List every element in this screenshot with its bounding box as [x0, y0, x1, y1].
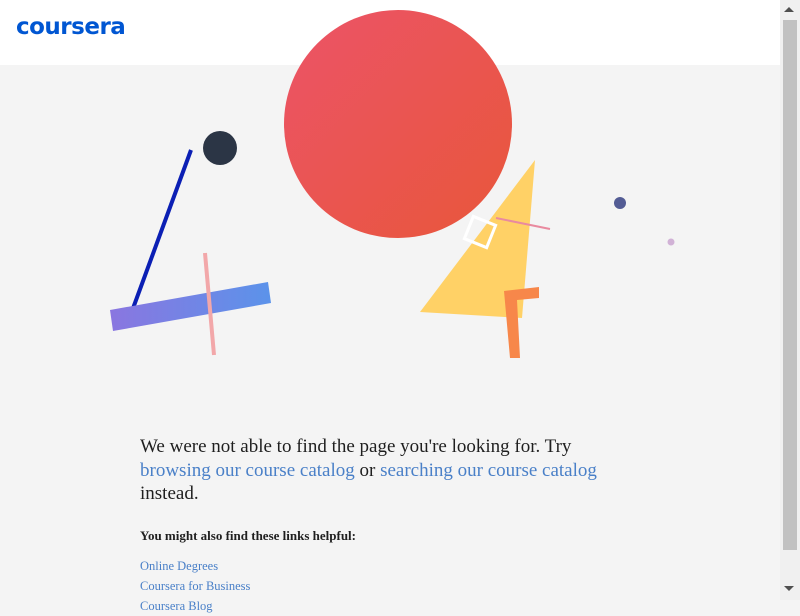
list-item: Online Degrees [140, 556, 640, 576]
scroll-down-arrow-icon[interactable] [784, 586, 794, 591]
error-content: We were not able to find the page you're… [140, 435, 640, 616]
message-or: or [359, 459, 376, 481]
lilac-dot [667, 238, 675, 246]
helpful-links-heading: You might also find these links helpful: [140, 527, 356, 543]
coursera-for-business-link[interactable]: Coursera for Business [140, 579, 250, 593]
error-illustration [110, 10, 675, 358]
vertical-scrollbar[interactable] [780, 0, 800, 600]
gradient-bar [110, 282, 271, 331]
message-end: instead. [140, 483, 199, 504]
list-item: Coursera Blog [140, 596, 640, 616]
scrollbar-thumb[interactable] [783, 20, 797, 550]
coursera-blog-link[interactable]: Coursera Blog [140, 599, 213, 613]
search-catalog-link[interactable]: searching our course catalog [380, 460, 597, 481]
orange-angle-shape [504, 287, 539, 358]
helpful-links-list: Online Degrees Coursera for Business Cou… [140, 556, 640, 616]
dark-circle [203, 131, 237, 165]
scroll-up-arrow-icon[interactable] [784, 7, 794, 12]
navy-dot [614, 197, 626, 209]
error-message: We were not able to find the page you're… [140, 435, 640, 506]
large-red-circle [284, 10, 512, 238]
message-text: We were not able to find the page you're… [140, 436, 572, 457]
list-item: Coursera for Business [140, 576, 640, 596]
blue-line [126, 149, 193, 323]
online-degrees-link[interactable]: Online Degrees [140, 559, 218, 573]
browse-catalog-link[interactable]: browsing our course catalog [140, 460, 355, 481]
